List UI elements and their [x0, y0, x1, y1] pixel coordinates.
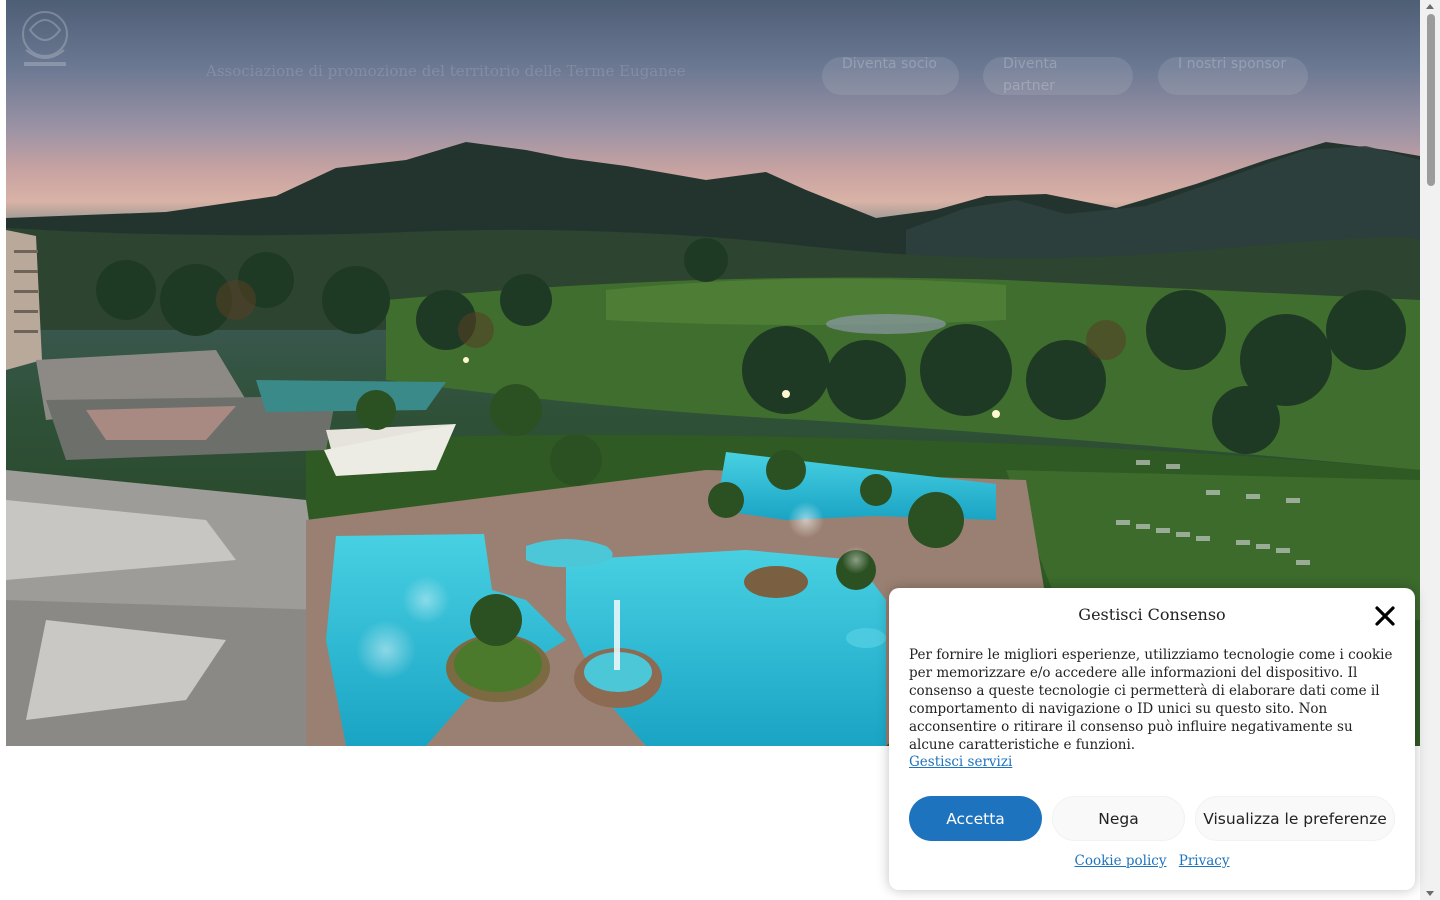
nav-diventa-socio-label: Diventa socio: [842, 57, 937, 72]
accept-button[interactable]: Accetta: [909, 796, 1042, 841]
scroll-down-arrow-icon[interactable]: [1426, 891, 1434, 896]
deny-button[interactable]: Nega: [1052, 796, 1185, 841]
nav-diventa-socio[interactable]: Diventa socio: [822, 57, 959, 95]
nav-diventa-partner[interactable]: Diventa partner: [983, 57, 1133, 95]
page: Associazione di promozione del territori…: [0, 0, 1440, 900]
page-scrollbar[interactable]: [1420, 0, 1440, 900]
cookie-policy-link[interactable]: Cookie policy: [1075, 853, 1167, 869]
nav-sponsor-label: I nostri sponsor: [1178, 57, 1287, 72]
consent-message: Per fornire le migliori esperienze, util…: [909, 647, 1393, 753]
nav-sponsor[interactable]: I nostri sponsor: [1158, 57, 1308, 95]
site-header: Associazione di promozione del territori…: [6, 0, 1420, 130]
cookie-consent-dialog: Gestisci Consenso Per fornire le miglior…: [889, 588, 1415, 890]
privacy-link[interactable]: Privacy: [1179, 853, 1230, 869]
manage-services-link[interactable]: Gestisci servizi: [909, 754, 1012, 770]
site-logo[interactable]: [6, 0, 84, 72]
consent-title: Gestisci Consenso: [1078, 605, 1226, 624]
consent-footer-links: Cookie policy Privacy: [889, 853, 1415, 869]
site-tagline: Associazione di promozione del territori…: [206, 62, 686, 80]
close-icon[interactable]: [1374, 605, 1396, 627]
scrollbar-thumb[interactable]: [1427, 14, 1435, 186]
nav-diventa-partner-label: Diventa partner: [1003, 57, 1058, 94]
view-preferences-button[interactable]: Visualizza le preferenze: [1195, 796, 1395, 841]
scroll-up-arrow-icon[interactable]: [1426, 4, 1434, 9]
